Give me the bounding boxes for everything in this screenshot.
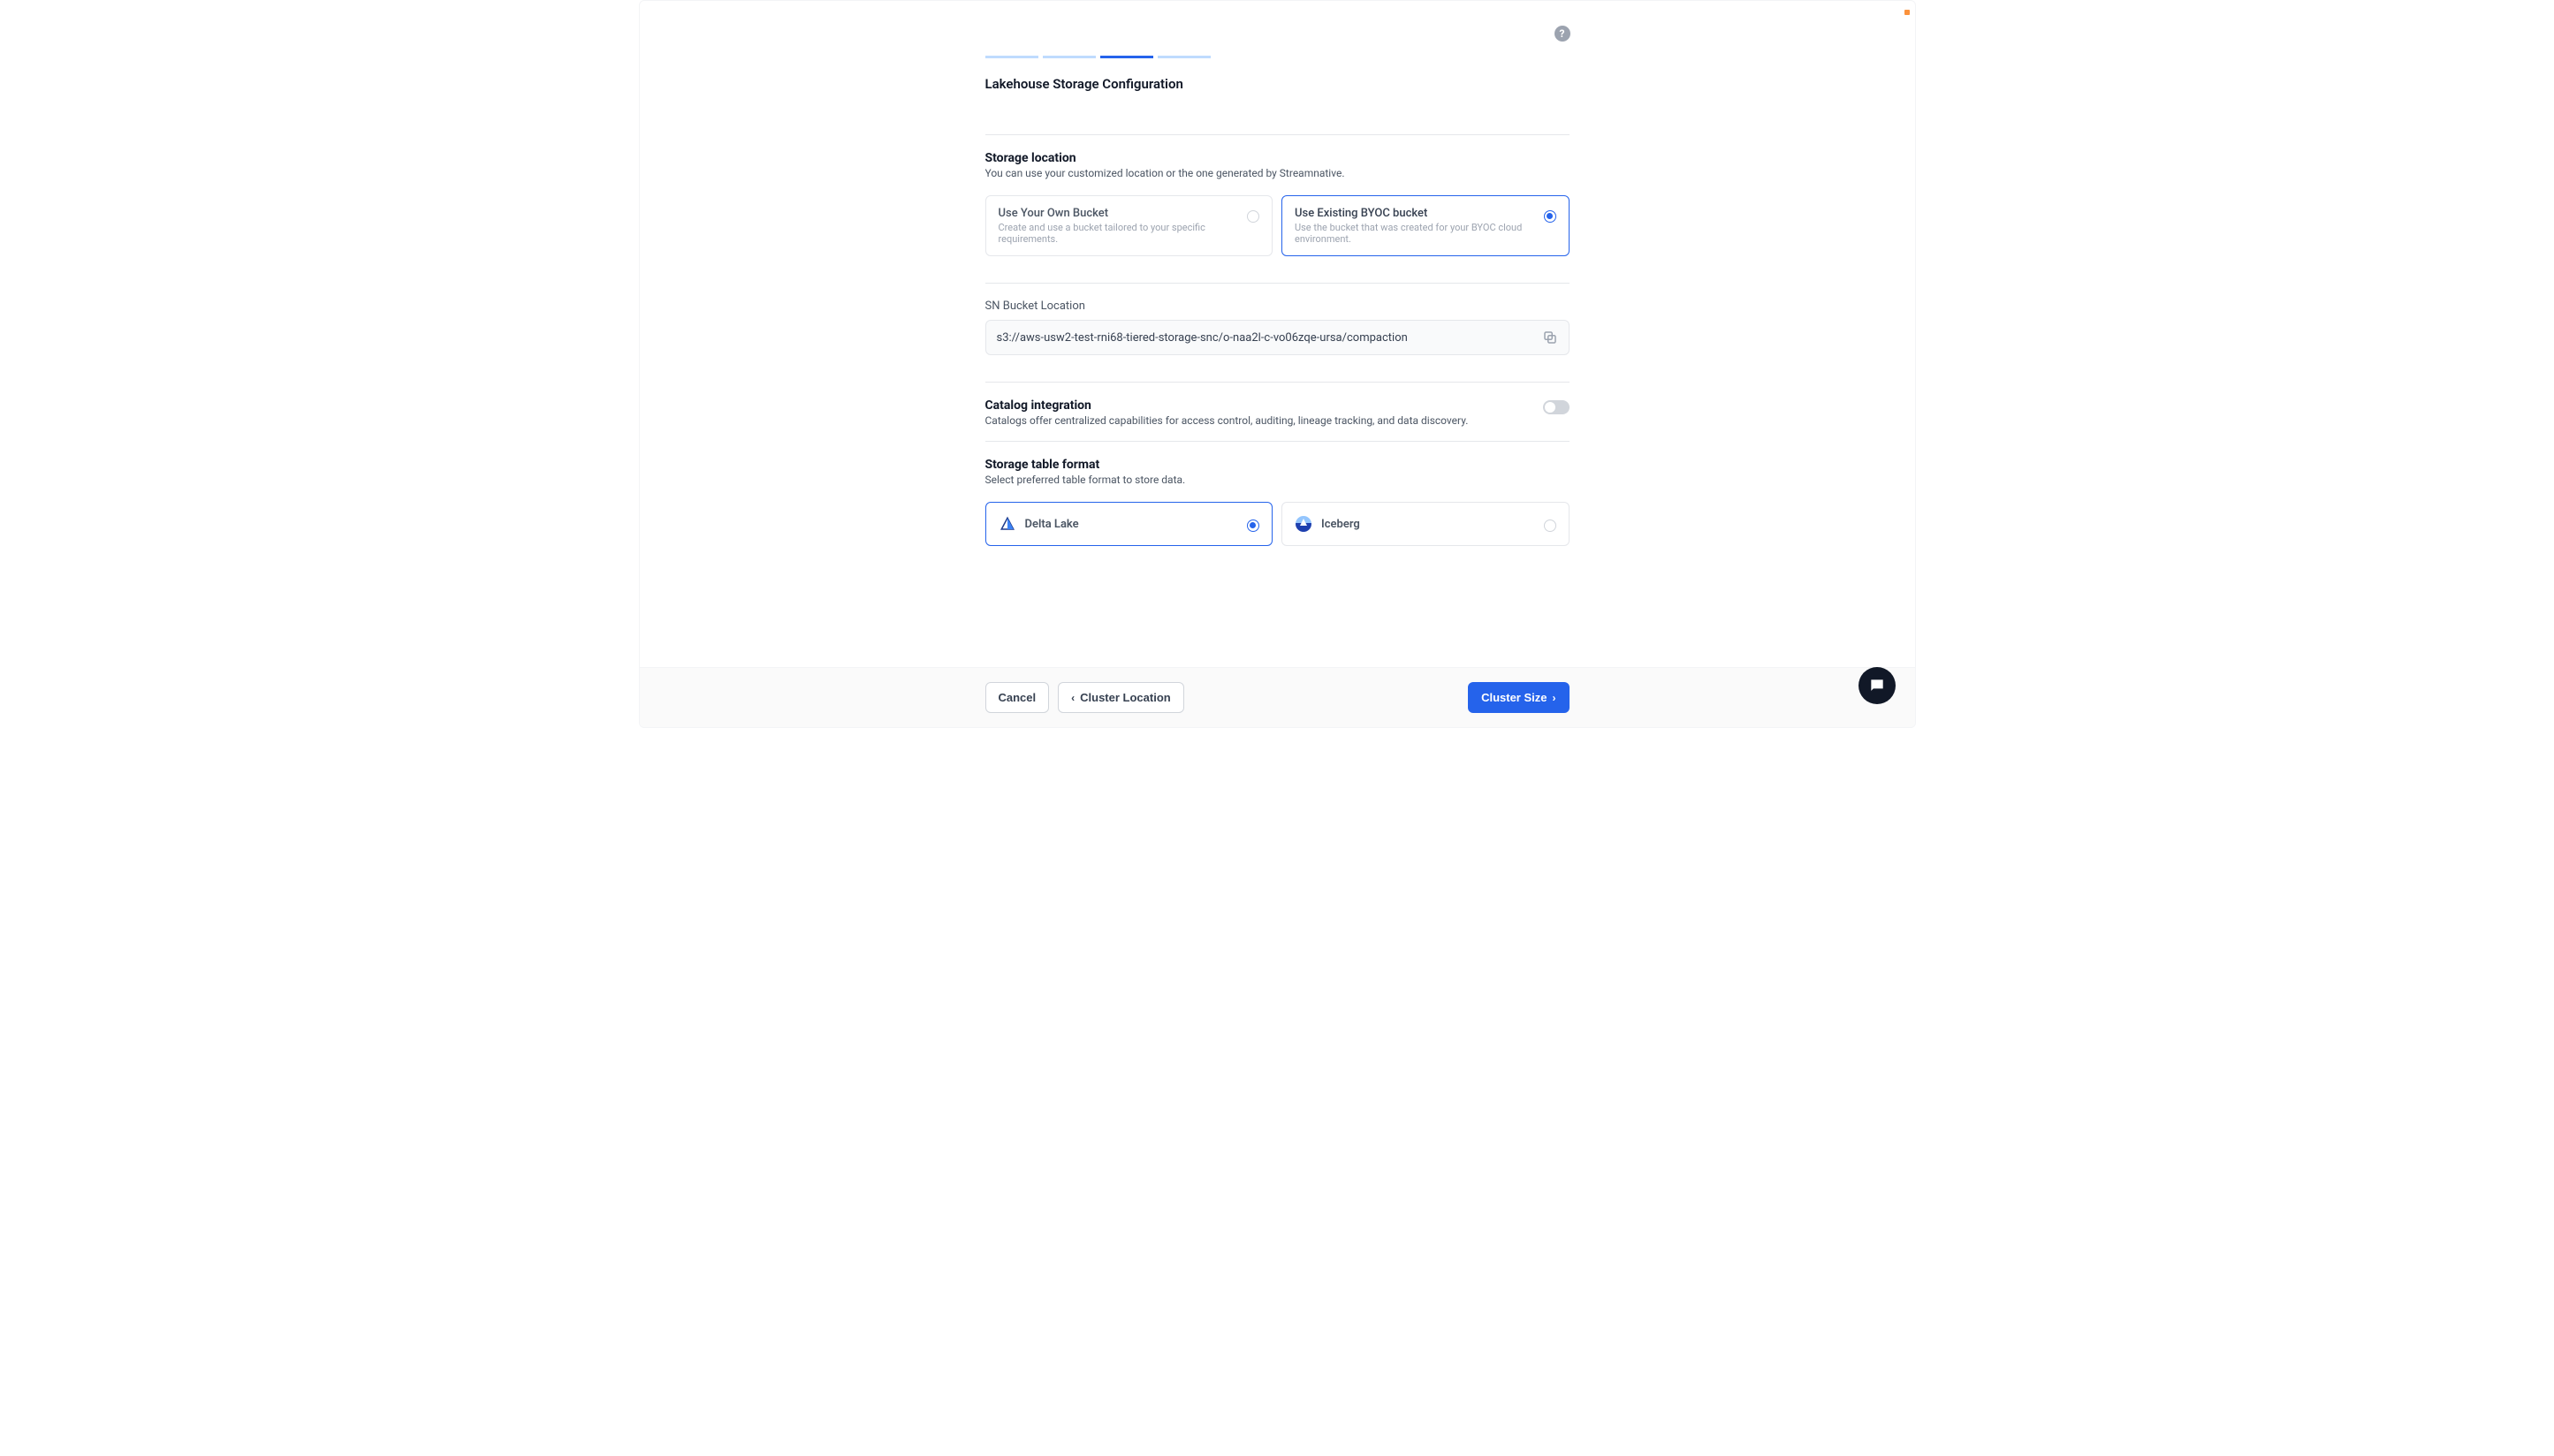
notification-dot bbox=[1904, 10, 1910, 15]
step-3 bbox=[1100, 56, 1153, 58]
back-button[interactable]: ‹ Cluster Location bbox=[1058, 682, 1184, 713]
help-icon[interactable]: ? bbox=[1554, 26, 1570, 42]
radio-icon bbox=[1544, 519, 1556, 532]
option-byoc-bucket[interactable]: Use Existing BYOC bucket Use the bucket … bbox=[1281, 195, 1570, 256]
cancel-button-label: Cancel bbox=[999, 691, 1037, 704]
table-format-title: Storage table format bbox=[985, 458, 1570, 472]
radio-icon bbox=[1544, 210, 1556, 223]
catalog-integration-row: Catalog integration Catalogs offer centr… bbox=[985, 398, 1570, 427]
page-title: Lakehouse Storage Configuration bbox=[985, 76, 1570, 92]
chevron-left-icon: ‹ bbox=[1071, 693, 1075, 703]
back-button-label: Cluster Location bbox=[1080, 691, 1171, 704]
option-own-bucket[interactable]: Use Your Own Bucket Create and use a buc… bbox=[985, 195, 1273, 256]
option-byoc-bucket-title: Use Existing BYOC bucket bbox=[1295, 207, 1535, 220]
sn-bucket-label: SN Bucket Location bbox=[985, 300, 1570, 313]
footer-bar: Cancel ‹ Cluster Location Cluster Size › bbox=[640, 667, 1915, 727]
catalog-title: Catalog integration bbox=[985, 398, 1469, 413]
cancel-button[interactable]: Cancel bbox=[985, 682, 1050, 713]
sn-bucket-field: s3://aws-usw2-test-rni68-tiered-storage-… bbox=[985, 320, 1570, 355]
option-delta-lake[interactable]: Delta Lake bbox=[985, 502, 1273, 546]
sn-bucket-value: s3://aws-usw2-test-rni68-tiered-storage-… bbox=[997, 331, 1542, 345]
next-button[interactable]: Cluster Size › bbox=[1468, 682, 1569, 713]
radio-icon bbox=[1247, 519, 1259, 532]
storage-location-title: Storage location bbox=[985, 151, 1570, 165]
divider bbox=[985, 283, 1570, 284]
chat-fab[interactable] bbox=[1858, 667, 1896, 704]
option-own-bucket-sub: Create and use a bucket tailored to your… bbox=[999, 222, 1239, 245]
catalog-desc: Catalogs offer centralized capabilities … bbox=[985, 414, 1469, 427]
iceberg-icon bbox=[1295, 515, 1312, 533]
copy-icon[interactable] bbox=[1542, 330, 1558, 345]
table-format-options: Delta Lake Iceberg bbox=[985, 502, 1570, 546]
app-window: ? Lakehouse Storage Configuration Storag… bbox=[639, 0, 1916, 728]
next-button-label: Cluster Size bbox=[1481, 691, 1547, 704]
divider bbox=[985, 134, 1570, 135]
option-own-bucket-title: Use Your Own Bucket bbox=[999, 207, 1239, 220]
divider bbox=[985, 382, 1570, 383]
main-content: Lakehouse Storage Configuration Storage … bbox=[985, 56, 1570, 656]
option-byoc-bucket-sub: Use the bucket that was created for your… bbox=[1295, 222, 1535, 245]
option-iceberg-label: Iceberg bbox=[1321, 518, 1535, 531]
step-1 bbox=[985, 56, 1038, 58]
chevron-right-icon: › bbox=[1553, 693, 1556, 703]
divider bbox=[985, 441, 1570, 442]
option-iceberg[interactable]: Iceberg bbox=[1281, 502, 1570, 546]
step-2 bbox=[1043, 56, 1096, 58]
delta-lake-icon bbox=[999, 515, 1016, 533]
storage-location-desc: You can use your customized location or … bbox=[985, 167, 1570, 179]
radio-icon bbox=[1247, 210, 1259, 223]
stepper bbox=[985, 56, 1570, 58]
table-format-desc: Select preferred table format to store d… bbox=[985, 474, 1570, 486]
option-delta-lake-label: Delta Lake bbox=[1025, 518, 1239, 531]
catalog-toggle[interactable] bbox=[1543, 400, 1570, 414]
storage-location-options: Use Your Own Bucket Create and use a buc… bbox=[985, 195, 1570, 256]
step-4 bbox=[1158, 56, 1211, 58]
chat-icon bbox=[1868, 677, 1886, 694]
